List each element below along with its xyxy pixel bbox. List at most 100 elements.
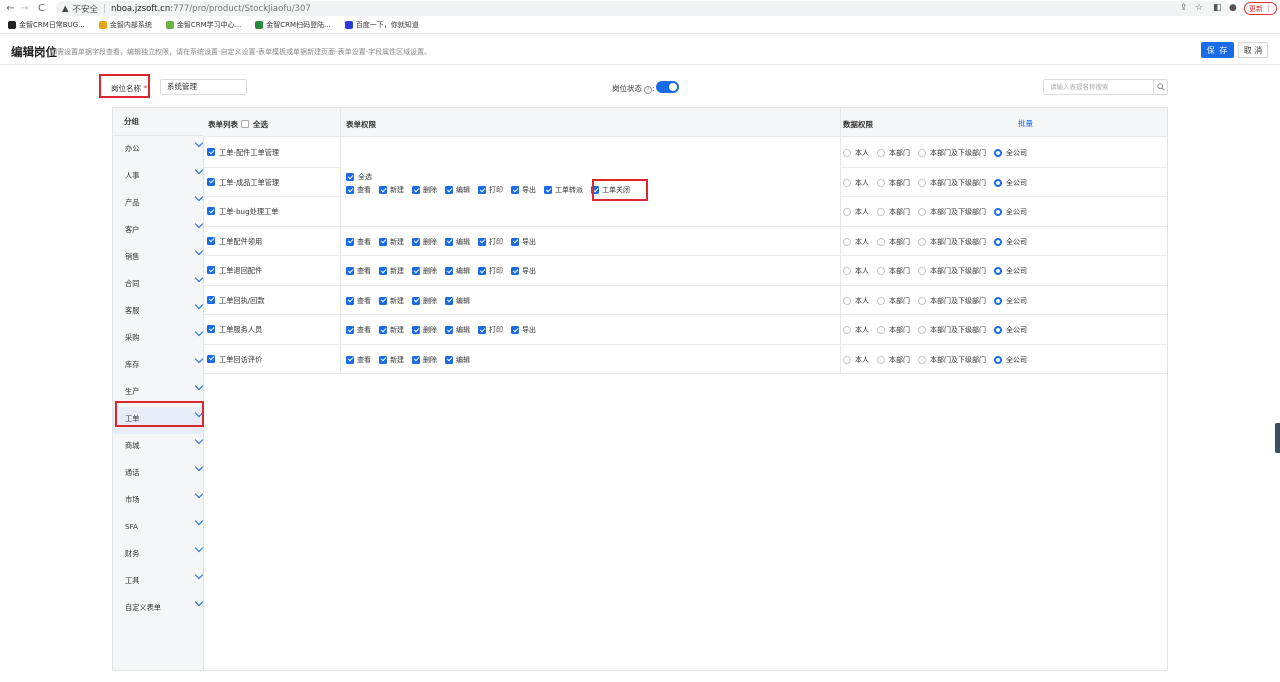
radio-icon[interactable] bbox=[843, 208, 851, 216]
select-all-all-forms[interactable]: 全选 bbox=[241, 119, 268, 130]
chevron-down-icon[interactable] bbox=[194, 138, 204, 148]
sidebar-group-item[interactable]: 合同 bbox=[113, 272, 204, 299]
radio-icon[interactable] bbox=[994, 149, 1002, 157]
permission-checkbox[interactable]: 查看 bbox=[346, 355, 371, 365]
bookmark-item[interactable]: 百度一下，你就知道 bbox=[344, 20, 419, 30]
radio-icon[interactable] bbox=[918, 296, 926, 305]
radio-icon[interactable] bbox=[877, 178, 885, 187]
checkbox-icon[interactable] bbox=[412, 237, 420, 246]
data-scope-radio[interactable]: 本部门及下级部门 bbox=[918, 207, 986, 217]
form-name[interactable]: 工单退回配件 bbox=[207, 266, 262, 276]
permission-checkbox[interactable]: 新建 bbox=[379, 237, 404, 247]
share-icon[interactable]: ⇪ bbox=[1180, 3, 1188, 13]
data-scope-radio[interactable]: 本部门及下级部门 bbox=[918, 355, 986, 365]
permission-checkbox[interactable]: 删除 bbox=[412, 355, 437, 365]
chevron-down-icon[interactable] bbox=[194, 597, 204, 607]
permission-checkbox[interactable]: 编辑 bbox=[445, 266, 470, 276]
chevron-down-icon[interactable] bbox=[194, 165, 204, 175]
data-scope-radio[interactable]: 本人 bbox=[843, 355, 869, 365]
radio-icon[interactable] bbox=[918, 355, 926, 364]
permission-checkbox[interactable]: 新建 bbox=[379, 355, 404, 365]
checkbox-icon[interactable] bbox=[445, 326, 453, 334]
checkbox-icon[interactable] bbox=[412, 355, 420, 364]
chevron-down-icon[interactable] bbox=[194, 381, 204, 391]
sidebar-group-item[interactable]: 工具 bbox=[113, 569, 204, 596]
radio-icon[interactable] bbox=[918, 149, 926, 157]
data-scope-radio[interactable]: 本部门 bbox=[877, 266, 910, 276]
checkbox-icon[interactable] bbox=[478, 237, 486, 246]
data-scope-radio[interactable]: 全公司 bbox=[994, 237, 1027, 247]
checkbox-icon[interactable] bbox=[379, 326, 387, 334]
checkbox-icon[interactable] bbox=[412, 186, 420, 194]
radio-icon[interactable] bbox=[877, 326, 885, 334]
position-name-input[interactable]: 系统管理 bbox=[160, 79, 247, 95]
chevron-down-icon[interactable] bbox=[194, 246, 204, 256]
radio-icon[interactable] bbox=[918, 326, 926, 334]
position-status-toggle[interactable] bbox=[656, 81, 679, 93]
permission-checkbox[interactable]: 查看 bbox=[346, 325, 371, 335]
radio-icon[interactable] bbox=[918, 178, 926, 187]
checkbox-icon[interactable] bbox=[379, 186, 387, 194]
data-scope-radio[interactable]: 本部门及下级部门 bbox=[918, 325, 986, 335]
data-scope-radio[interactable]: 全公司 bbox=[994, 325, 1027, 335]
permission-checkbox[interactable]: 新建 bbox=[379, 296, 404, 306]
permission-checkbox[interactable]: 新建 bbox=[379, 325, 404, 335]
search-button[interactable] bbox=[1153, 79, 1168, 95]
permission-checkbox[interactable]: 查看 bbox=[346, 185, 371, 195]
checkbox-icon[interactable] bbox=[346, 237, 354, 246]
checkbox-icon[interactable] bbox=[478, 186, 486, 194]
chevron-down-icon[interactable] bbox=[194, 300, 204, 310]
chevron-down-icon[interactable] bbox=[194, 543, 204, 553]
form-name[interactable]: 工单回执/回款 bbox=[207, 295, 265, 306]
sidebar-group-item[interactable]: 产品 bbox=[113, 191, 204, 218]
form-checkbox[interactable] bbox=[207, 207, 215, 215]
data-scope-radio[interactable]: 全公司 bbox=[994, 296, 1027, 306]
permission-checkbox[interactable]: 编辑 bbox=[445, 325, 470, 335]
checkbox-icon[interactable] bbox=[379, 237, 387, 246]
form-name[interactable]: 工单回访评价 bbox=[207, 354, 262, 365]
permission-checkbox[interactable]: 删除 bbox=[412, 185, 437, 195]
chevron-down-icon[interactable] bbox=[194, 354, 204, 364]
checkbox-icon[interactable] bbox=[379, 267, 387, 275]
form-name[interactable]: 工单-配件工单管理 bbox=[207, 148, 279, 158]
form-checkbox[interactable] bbox=[207, 295, 215, 304]
update-button[interactable]: 更新 ⋮ bbox=[1244, 2, 1277, 15]
chevron-down-icon[interactable] bbox=[194, 273, 204, 283]
sidebar-group-item[interactable]: 自定义表单 bbox=[113, 596, 204, 623]
checkbox-icon[interactable] bbox=[346, 186, 354, 194]
permission-checkbox[interactable]: 编辑 bbox=[445, 355, 470, 365]
checkbox-icon[interactable] bbox=[445, 355, 453, 364]
radio-icon[interactable] bbox=[877, 355, 885, 364]
radio-icon[interactable] bbox=[877, 149, 885, 157]
select-all-checkbox[interactable] bbox=[241, 120, 249, 128]
radio-icon[interactable] bbox=[843, 326, 851, 334]
checkbox-icon[interactable] bbox=[346, 296, 354, 305]
data-scope-radio[interactable]: 本部门及下级部门 bbox=[918, 266, 986, 276]
chevron-down-icon[interactable] bbox=[194, 570, 204, 580]
radio-icon[interactable] bbox=[843, 296, 851, 305]
permission-checkbox[interactable]: 查看 bbox=[346, 237, 371, 247]
sidebar-group-item[interactable]: SFA bbox=[113, 515, 204, 542]
form-checkbox[interactable] bbox=[207, 148, 215, 156]
data-scope-radio[interactable]: 本部门 bbox=[877, 207, 910, 217]
chevron-down-icon[interactable] bbox=[194, 516, 204, 526]
bookmark-item[interactable]: 金智CRM学习中心... bbox=[165, 20, 241, 30]
radio-icon[interactable] bbox=[994, 355, 1002, 364]
permission-checkbox[interactable]: 查看 bbox=[346, 266, 371, 276]
permission-checkbox[interactable]: 导出 bbox=[511, 237, 536, 247]
checkbox-icon[interactable] bbox=[511, 326, 519, 334]
data-scope-radio[interactable]: 本部门 bbox=[877, 296, 910, 306]
side-handle[interactable] bbox=[1275, 423, 1280, 453]
help-icon[interactable]: ? bbox=[644, 86, 652, 94]
checkbox-icon[interactable] bbox=[511, 267, 519, 275]
permission-checkbox[interactable]: 编辑 bbox=[445, 296, 470, 306]
chevron-down-icon[interactable] bbox=[194, 327, 204, 337]
radio-icon[interactable] bbox=[918, 267, 926, 275]
permission-checkbox[interactable]: 编辑 bbox=[445, 237, 470, 247]
form-checkbox[interactable] bbox=[207, 266, 215, 274]
profile-icon[interactable]: ● bbox=[1229, 3, 1237, 13]
data-scope-radio[interactable]: 全公司 bbox=[994, 207, 1027, 217]
data-scope-radio[interactable]: 本部门 bbox=[877, 355, 910, 365]
permission-checkbox[interactable]: 打印 bbox=[478, 185, 503, 195]
sidebar-group-item[interactable]: 市场 bbox=[113, 488, 204, 515]
